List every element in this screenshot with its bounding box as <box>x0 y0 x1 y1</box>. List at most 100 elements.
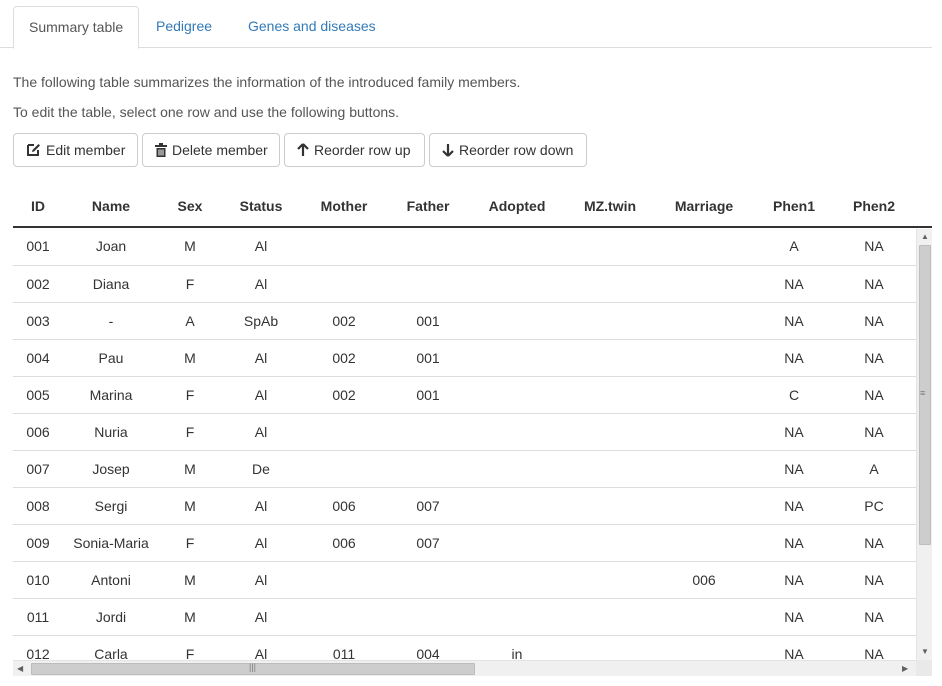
table-cell: 003 <box>26 313 50 329</box>
table-cell: 001 <box>416 350 440 366</box>
column-header[interactable]: Name <box>92 186 130 226</box>
table-cell: 007 <box>416 498 440 514</box>
table-row[interactable]: 008 Sergi M Al 006 007 NA PC <box>13 487 916 524</box>
scroll-up-arrow-icon[interactable]: ▲ <box>921 232 929 242</box>
table-cell: Sergi <box>94 498 128 514</box>
table-cell: PC <box>864 498 884 514</box>
table-row[interactable]: 011 Jordi M Al NA NA <box>13 598 916 635</box>
table-cell: C <box>788 387 800 403</box>
table-cell: Sonia-Maria <box>73 535 149 551</box>
table-row[interactable]: 005 Marina F Al 002 001 C NA <box>13 376 916 413</box>
table-cell: Al <box>254 424 268 440</box>
trash-icon <box>155 143 167 157</box>
tab-pedigree[interactable]: Pedigree <box>141 6 227 48</box>
table-cell: NA <box>864 276 884 292</box>
table-cell: 011 <box>26 609 50 625</box>
table-row[interactable]: 001 Joan M Al A NA <box>13 228 916 265</box>
table-cell: Pau <box>98 350 124 366</box>
arrow-up-icon <box>297 143 309 157</box>
table-cell: M <box>184 498 196 514</box>
table-cell: 004 <box>26 350 50 366</box>
table-cell: Al <box>254 238 268 254</box>
table-cell: Diana <box>92 276 130 292</box>
table-cell: M <box>184 461 196 477</box>
table-cell: F <box>185 424 195 440</box>
table-row[interactable]: 006 Nuria F Al NA NA <box>13 413 916 450</box>
table-cell: NA <box>784 609 804 625</box>
column-header[interactable]: MZ.twin <box>584 186 636 226</box>
edit-member-button[interactable]: Edit member <box>13 133 138 167</box>
reorder-row-down-button[interactable]: Reorder row down <box>429 133 587 167</box>
table-cell: 001 <box>26 238 50 254</box>
table-cell: Marina <box>89 387 133 403</box>
table-cell: 007 <box>26 461 50 477</box>
table-row[interactable]: 009 Sonia-Maria F Al 006 007 NA NA <box>13 524 916 561</box>
column-header[interactable]: Status <box>240 186 283 226</box>
tab-summary-table[interactable]: Summary table <box>13 6 140 49</box>
table-cell: 006 <box>692 572 716 588</box>
table-cell: Al <box>254 535 268 551</box>
table-row[interactable]: 010 Antoni M Al 006 NA NA <box>13 561 916 598</box>
column-header[interactable]: ID <box>31 186 45 226</box>
table-cell: 007 <box>416 535 440 551</box>
table-row[interactable]: 004 Pau M Al 002 001 NA NA <box>13 339 916 376</box>
column-header[interactable]: Adopted <box>489 186 546 226</box>
info-text-instructions: To edit the table, select one row and us… <box>13 104 400 120</box>
delete-member-label: Delete member <box>172 142 268 158</box>
scroll-down-arrow-icon[interactable]: ▼ <box>921 647 929 657</box>
table-cell: 008 <box>26 498 50 514</box>
table-cell: 001 <box>416 387 440 403</box>
table-cell: F <box>185 276 195 292</box>
table-cell: 002 <box>332 350 356 366</box>
reorder-row-down-label: Reorder row down <box>459 142 574 158</box>
table-cell: F <box>185 387 195 403</box>
delete-member-button[interactable]: Delete member <box>142 133 280 167</box>
table-cell: A <box>789 238 799 254</box>
table-row[interactable]: 007 Josep M De NA A <box>13 450 916 487</box>
column-header[interactable]: Sex <box>178 186 203 226</box>
reorder-row-up-button[interactable]: Reorder row up <box>284 133 425 167</box>
info-text-summary: The following table summarizes the infor… <box>13 74 521 90</box>
table-cell: 002 <box>26 276 50 292</box>
table-cell: M <box>184 238 196 254</box>
table-cell: 001 <box>416 313 440 329</box>
table-row[interactable]: 002 Diana F Al NA NA <box>13 265 916 302</box>
table-cell: A <box>869 461 879 477</box>
table-cell: Al <box>254 609 268 625</box>
table-header: ID Name Sex Status Mother Father Adopted MZ.twi… <box>13 186 932 228</box>
column-header[interactable]: Father <box>407 186 450 226</box>
table-cell: NA <box>784 276 804 292</box>
table-cell: M <box>184 350 196 366</box>
table-cell: 002 <box>332 313 356 329</box>
table-cell: NA <box>784 350 804 366</box>
table-cell: Al <box>254 572 268 588</box>
table-cell: 005 <box>26 387 50 403</box>
table-cell: M <box>184 572 196 588</box>
tab-genes-and-diseases[interactable]: Genes and diseases <box>233 6 391 48</box>
table-cell: NA <box>864 313 884 329</box>
horizontal-scrollbar[interactable]: ◀ ||| ▶ <box>13 660 916 676</box>
vertical-scrollbar[interactable]: ▲ ≡ ▼ <box>916 229 932 660</box>
table-cell: F <box>185 535 195 551</box>
table-cell: NA <box>784 572 804 588</box>
table-cell: NA <box>864 424 884 440</box>
tab-bar: Summary table Pedigree Genes and disease… <box>0 0 932 49</box>
table-cell: NA <box>864 535 884 551</box>
table-cell: 006 <box>332 535 356 551</box>
table-cell: Al <box>254 350 268 366</box>
table-cell: NA <box>784 313 804 329</box>
column-header[interactable]: Phen1 <box>773 186 815 226</box>
column-header[interactable]: Mother <box>321 186 368 226</box>
scroll-left-arrow-icon[interactable]: ◀ <box>17 664 23 674</box>
table-cell: NA <box>784 461 804 477</box>
table-row[interactable]: 003 - A SpAb 002 001 NA NA <box>13 302 916 339</box>
table-cell: NA <box>864 572 884 588</box>
table-cell: Al <box>254 276 268 292</box>
scroll-right-arrow-icon[interactable]: ▶ <box>902 664 908 674</box>
table-cell: Joan <box>95 238 127 254</box>
table-cell: 002 <box>332 387 356 403</box>
grip-icon: ||| <box>249 662 257 672</box>
table-cell: 006 <box>26 424 50 440</box>
column-header[interactable]: Phen2 <box>853 186 895 226</box>
column-header[interactable]: Marriage <box>675 186 733 226</box>
